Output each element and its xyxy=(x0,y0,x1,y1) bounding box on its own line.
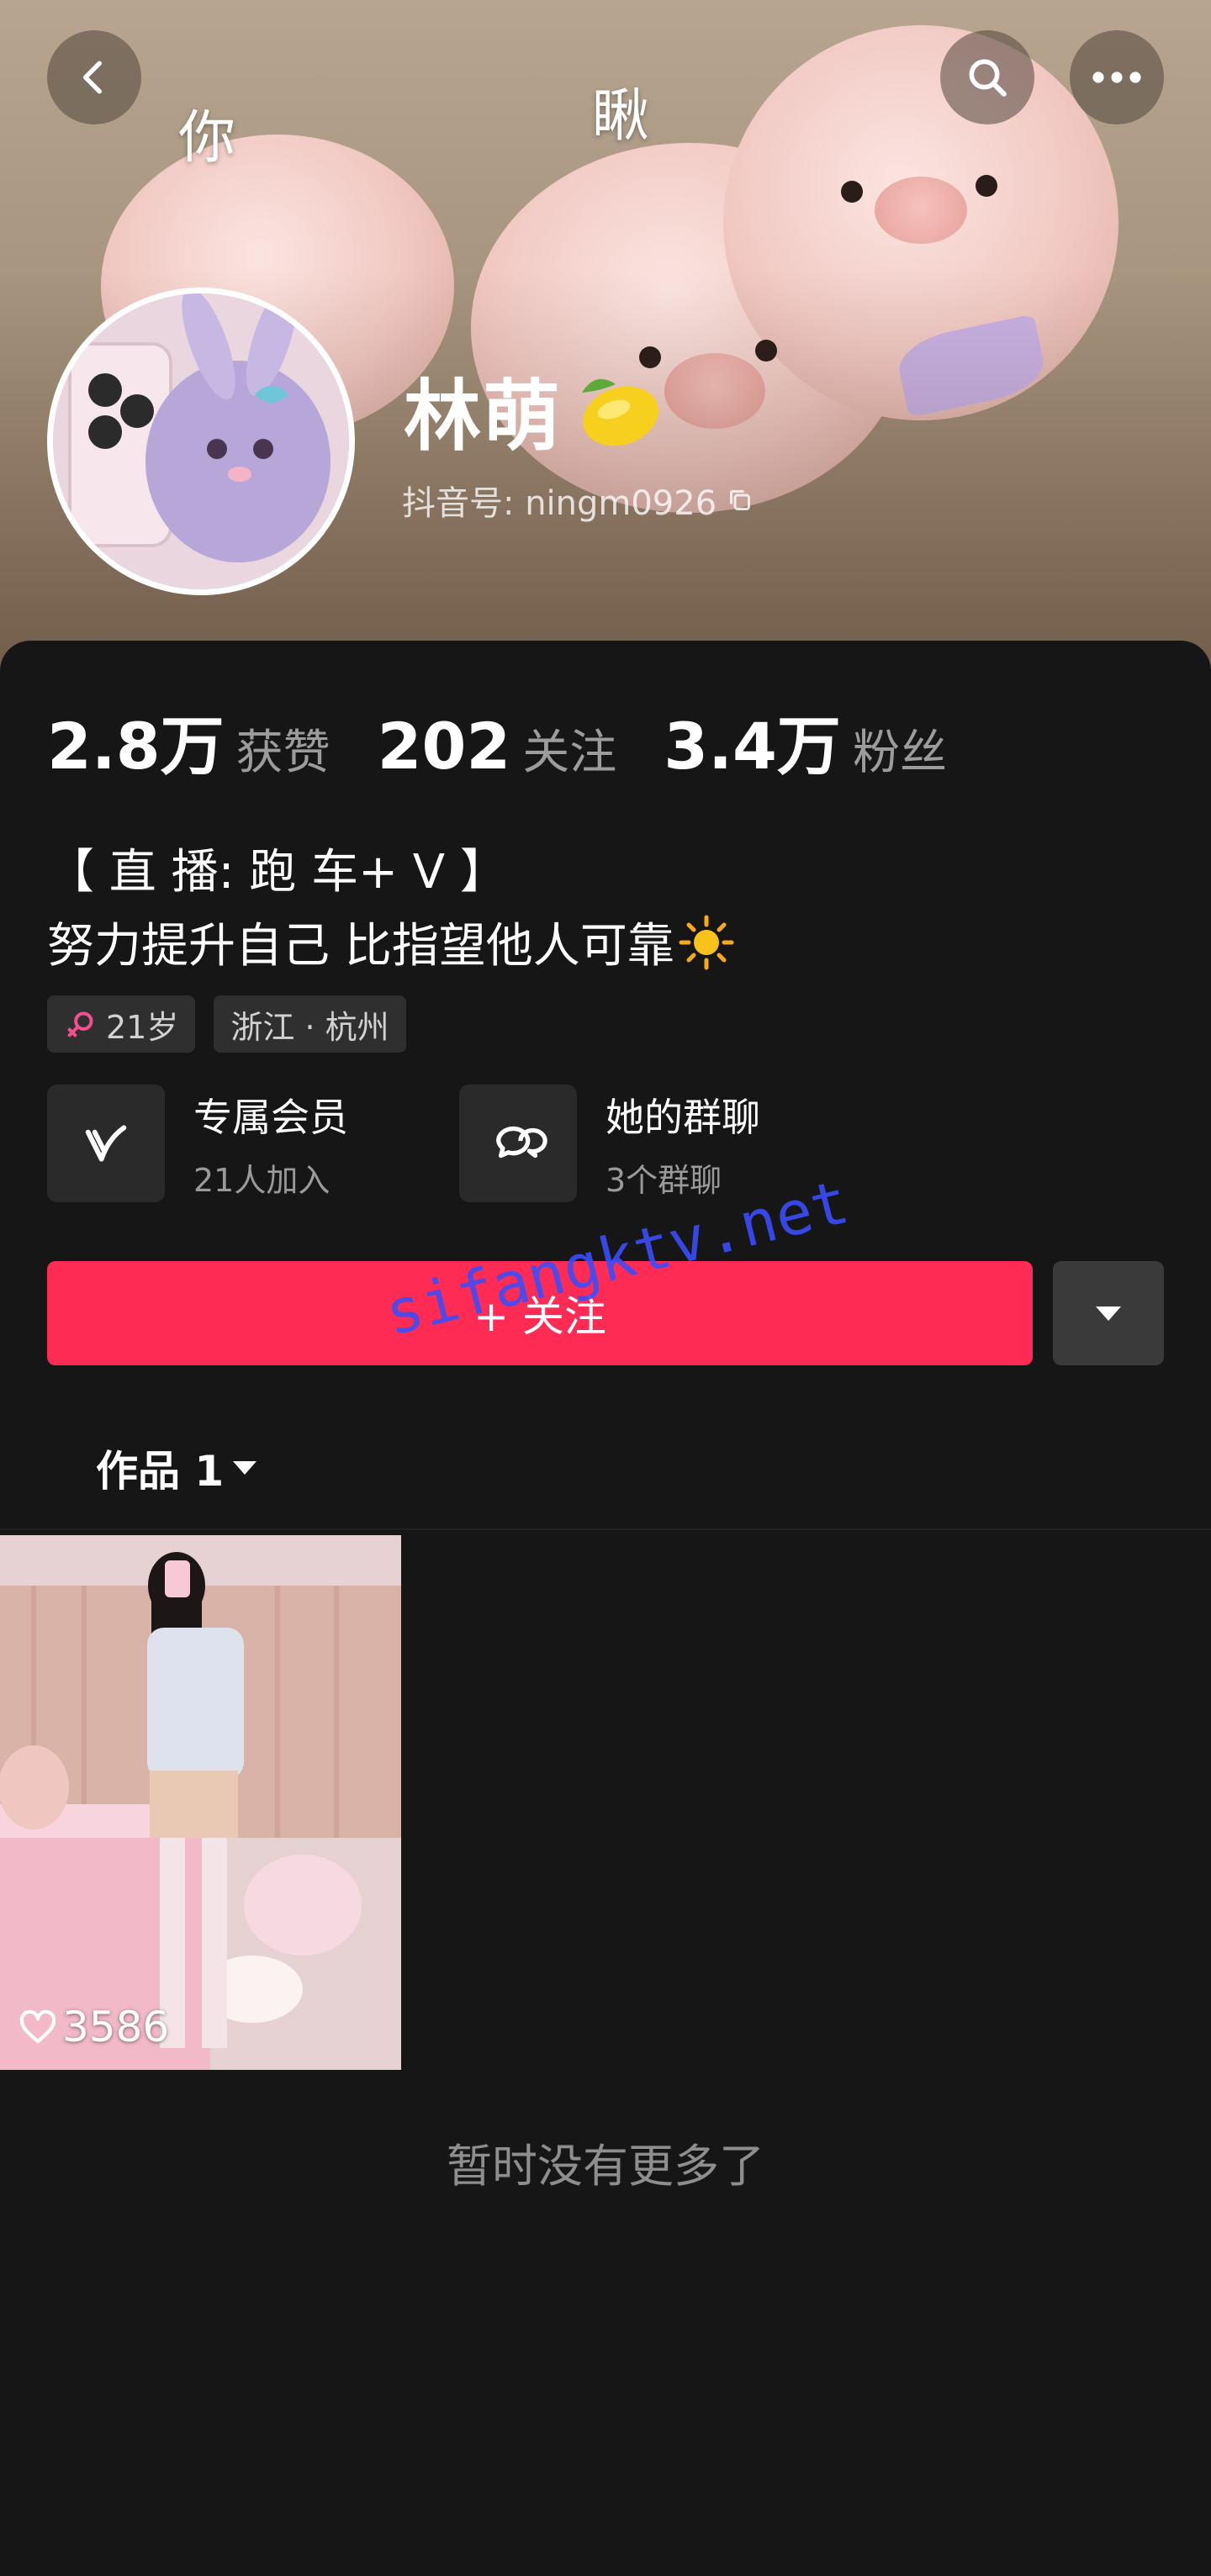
age-text: 21岁 xyxy=(106,1008,179,1046)
followers-count[interactable]: 3.4万 xyxy=(664,694,841,787)
group-chat-icon xyxy=(496,1126,547,1159)
works-tab-label: 作品 1 xyxy=(96,1447,225,1496)
group-chat-entry[interactable]: 她的群聊 3个群聊 xyxy=(459,1085,760,1202)
likes-label[interactable]: 获赞 xyxy=(236,715,331,783)
back-icon xyxy=(82,61,102,94)
profile-stats: 2.8万 获赞 202 关注 3.4万 粉丝 xyxy=(47,694,994,787)
cover-overlay-char: 你 xyxy=(178,105,236,172)
vip-icon xyxy=(85,1125,127,1162)
location-tag: 浙江 · 杭州 xyxy=(214,995,406,1053)
follow-more-button[interactable] xyxy=(1053,1261,1164,1365)
tab-divider xyxy=(0,1528,1211,1530)
cover-overlay-char: 瞅 xyxy=(592,83,650,150)
age-tag: 21岁 xyxy=(47,995,196,1053)
group-chat-text: 她的群聊 3个群聊 xyxy=(606,1087,760,1201)
bio-line-2: 努力提升自己 比指望他人可靠 xyxy=(47,908,737,976)
profile-name-row: 林萌 xyxy=(404,363,664,462)
work-like-count: 3586 xyxy=(19,2003,169,2051)
vip-icon-box xyxy=(47,1085,165,1202)
likes-count[interactable]: 2.8万 xyxy=(47,694,225,787)
search-button[interactable] xyxy=(940,30,1034,124)
membership-sub: 21人加入 xyxy=(193,1161,331,1199)
dropdown-icon xyxy=(1096,1306,1121,1321)
no-more-content: 暂时没有更多了 xyxy=(447,2140,764,2193)
membership-entry[interactable]: 专属会员 21人加入 xyxy=(47,1085,348,1202)
douyin-id: 抖音号: ningm0926 xyxy=(402,476,755,525)
bio-line-2-text: 努力提升自己 比指望他人可靠 xyxy=(47,919,674,974)
avatar[interactable] xyxy=(47,288,355,595)
following-count[interactable]: 202 xyxy=(378,709,511,784)
search-icon xyxy=(969,59,1007,97)
group-chat-title: 她的群聊 xyxy=(606,1094,760,1140)
membership-text: 专属会员 21人加入 xyxy=(193,1087,348,1201)
work-thumbnail-image xyxy=(0,1535,401,2070)
more-icon xyxy=(1092,71,1141,83)
membership-title: 专属会员 xyxy=(193,1094,348,1140)
douyin-id-text: 抖音号: ningm0926 xyxy=(402,484,717,523)
chevron-down-icon xyxy=(233,1461,257,1475)
bio-line-1: 【 直 播: 跑 车+ V 】 xyxy=(47,845,507,900)
followers-label[interactable]: 粉丝 xyxy=(853,715,947,783)
female-icon xyxy=(67,1011,93,1037)
work-like-count-text: 3586 xyxy=(62,2003,170,2051)
tab-works[interactable]: 作品 1 xyxy=(96,1438,259,1498)
sun-emoji-icon xyxy=(679,915,734,969)
profile-name: 林萌 xyxy=(404,371,563,462)
group-chat-icon-box xyxy=(459,1085,577,1202)
more-options-button[interactable] xyxy=(1070,30,1164,124)
copy-icon[interactable] xyxy=(725,485,755,515)
heart-icon xyxy=(19,2009,56,2044)
profile-cover: 你 瞅 林萌 抖音号: ningm0926 xyxy=(0,0,1211,673)
location-text: 浙江 · 杭州 xyxy=(230,1008,389,1046)
work-thumbnail[interactable]: 3586 xyxy=(0,1535,401,2070)
following-label[interactable]: 关注 xyxy=(522,715,616,783)
back-button[interactable] xyxy=(47,30,141,124)
profile-tags: 21岁 浙江 · 杭州 xyxy=(47,995,425,1053)
lemon-emoji-icon xyxy=(582,378,659,446)
profile-panel: 2.8万 获赞 202 关注 3.4万 粉丝 【 直 播: 跑 车+ V 】 努… xyxy=(0,641,1211,2576)
avatar-image xyxy=(53,293,349,589)
